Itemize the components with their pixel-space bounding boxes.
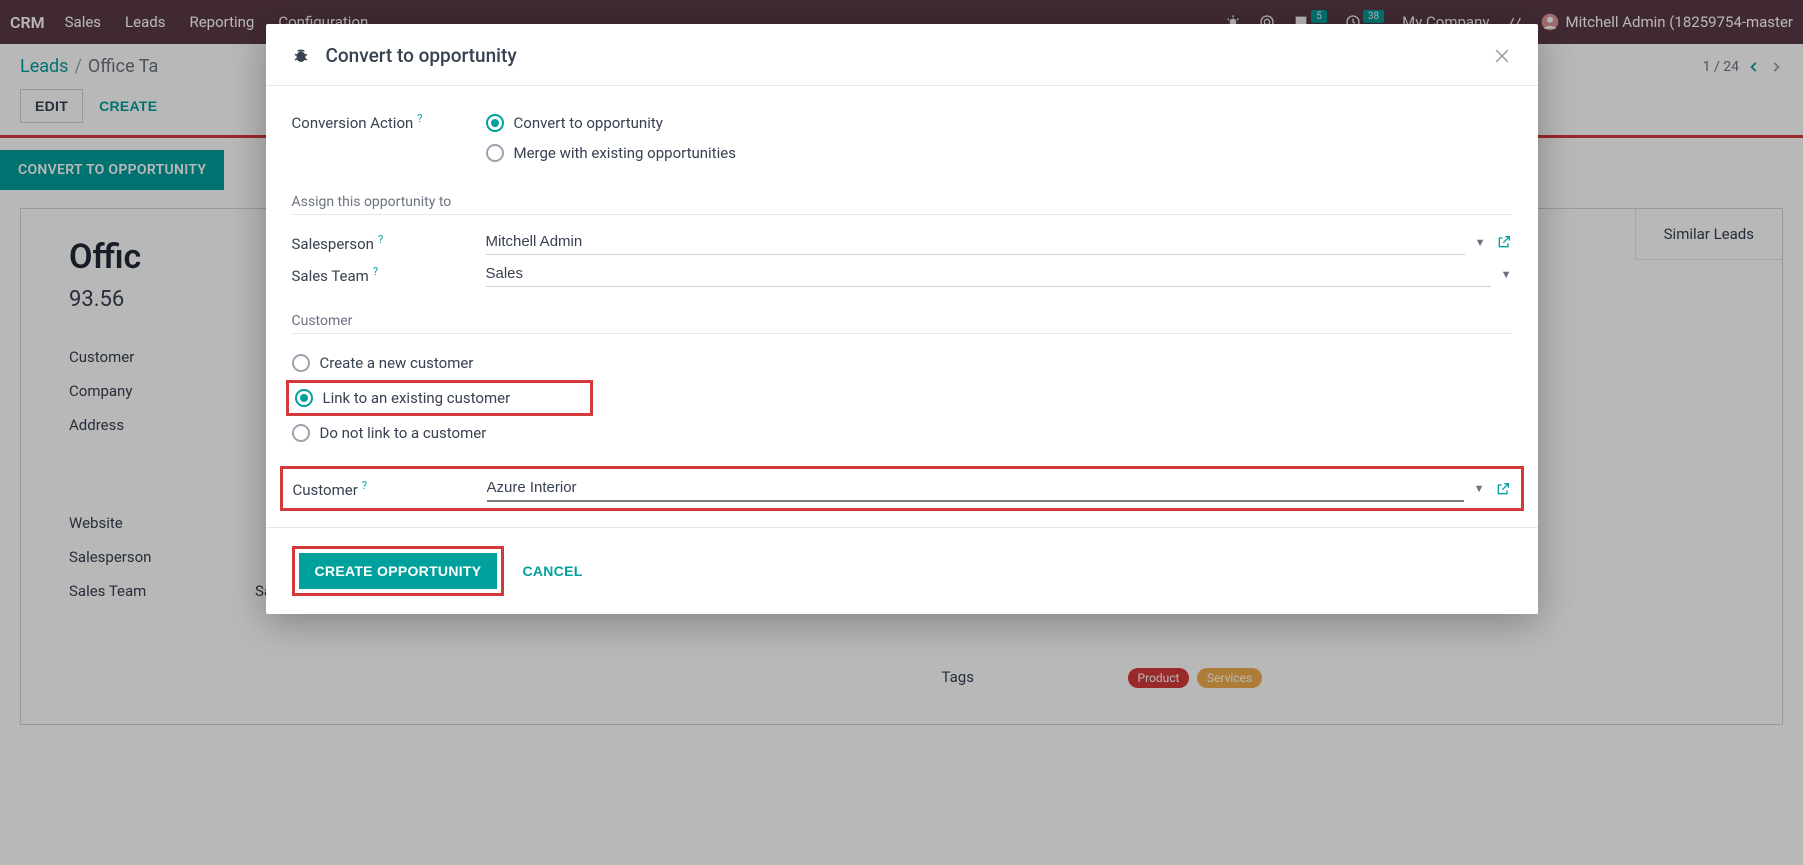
help-icon[interactable]: ? <box>417 112 422 125</box>
radio-dot-icon <box>292 424 310 442</box>
cancel-button[interactable]: CANCEL <box>522 563 582 579</box>
section-divider <box>292 333 1512 334</box>
section-assign: Assign this opportunity to <box>292 194 1512 210</box>
chevron-down-icon[interactable]: ▼ <box>1474 482 1485 495</box>
modal-title: Convert to opportunity <box>326 44 517 67</box>
section-divider <box>292 214 1512 215</box>
label-customer: Customer? <box>293 475 487 499</box>
radio-label: Convert to opportunity <box>514 114 663 132</box>
create-opportunity-button[interactable]: CREATE OPPORTUNITY <box>299 553 498 589</box>
help-icon[interactable]: ? <box>373 265 378 278</box>
label-salesteam: Sales Team? <box>292 261 486 285</box>
salesteam-input[interactable] <box>486 261 1491 287</box>
external-link-icon[interactable] <box>1495 481 1511 497</box>
help-icon[interactable]: ? <box>362 479 367 492</box>
modal-footer: CREATE OPPORTUNITY CANCEL <box>266 527 1538 614</box>
radio-do-not-link[interactable]: Do not link to a customer <box>292 418 1512 448</box>
highlight-customer-row: Customer? ▼ <box>280 466 1524 511</box>
radio-label: Merge with existing opportunities <box>514 144 736 162</box>
convert-modal: Convert to opportunity Conversion Action… <box>266 24 1538 614</box>
salesperson-input[interactable] <box>486 229 1465 255</box>
external-link-icon[interactable] <box>1496 234 1512 250</box>
chevron-down-icon[interactable]: ▼ <box>1475 236 1486 249</box>
radio-label: Create a new customer <box>320 354 474 372</box>
bug-icon[interactable] <box>292 47 310 65</box>
radio-dot-icon <box>486 144 504 162</box>
label-conversion-action: Conversion Action? <box>292 108 486 132</box>
label-salesperson: Salesperson? <box>292 229 486 253</box>
modal-body: Conversion Action? Convert to opportunit… <box>266 86 1538 527</box>
close-icon[interactable] <box>1492 46 1512 66</box>
highlight-link-existing: Link to an existing customer <box>286 380 594 416</box>
customer-input[interactable] <box>487 475 1464 502</box>
radio-label: Do not link to a customer <box>320 424 487 442</box>
help-icon[interactable]: ? <box>378 233 383 246</box>
radio-merge-existing[interactable]: Merge with existing opportunities <box>486 138 1512 168</box>
radio-link-existing-customer[interactable]: Link to an existing customer <box>295 385 511 411</box>
modal-header: Convert to opportunity <box>266 24 1538 86</box>
radio-create-new-customer[interactable]: Create a new customer <box>292 348 1512 378</box>
radio-label: Link to an existing customer <box>323 389 511 407</box>
radio-convert-to-opportunity[interactable]: Convert to opportunity <box>486 108 1512 138</box>
chevron-down-icon[interactable]: ▼ <box>1501 268 1512 281</box>
highlight-create-button: CREATE OPPORTUNITY <box>292 546 505 596</box>
radio-dot-icon <box>295 389 313 407</box>
radio-dot-icon <box>292 354 310 372</box>
radio-dot-icon <box>486 114 504 132</box>
section-customer: Customer <box>292 313 1512 329</box>
